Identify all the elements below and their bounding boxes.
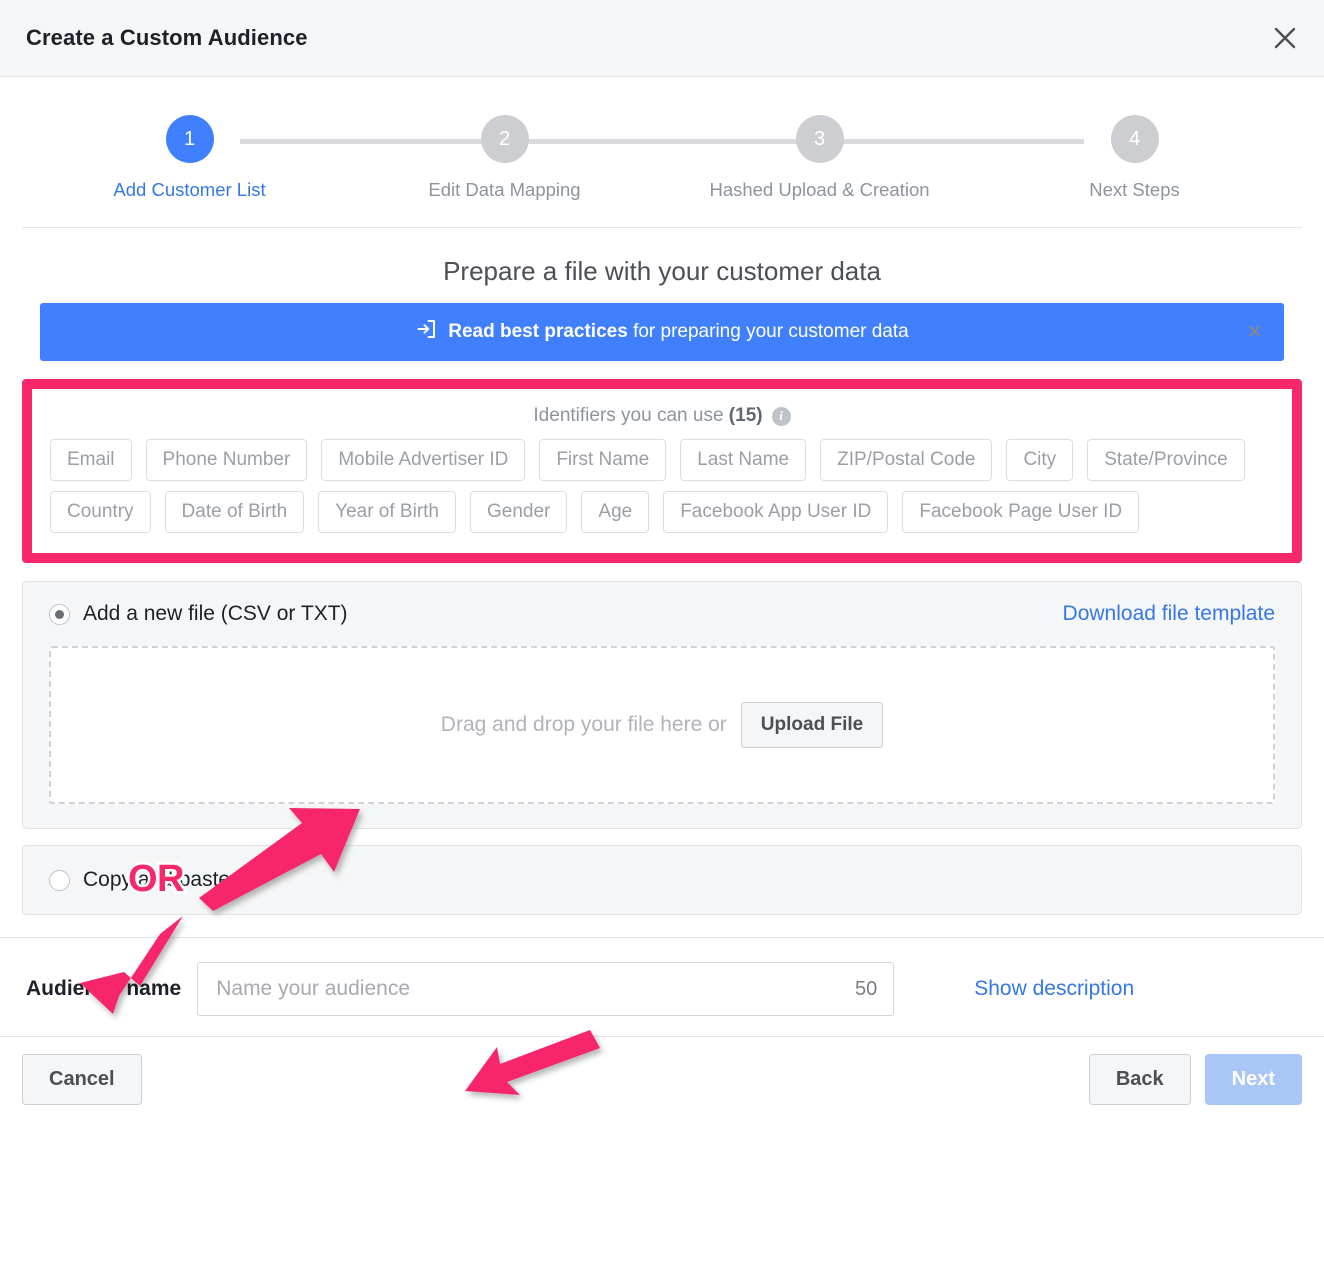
identifier-chip[interactable]: Last Name xyxy=(680,439,807,481)
step-label: Hashed Upload & Creation xyxy=(709,179,930,200)
identifier-chip[interactable]: First Name xyxy=(539,439,667,481)
identifier-chip[interactable]: Year of Birth xyxy=(318,491,457,533)
dialog-footer: Cancel Back Next xyxy=(0,1036,1324,1122)
next-button[interactable]: Next xyxy=(1204,1054,1302,1105)
info-icon[interactable]: i xyxy=(771,406,791,426)
identifiers-count: (15) xyxy=(728,405,763,426)
banner-close-icon[interactable]: × xyxy=(1247,319,1262,345)
stepper-step-3[interactable]: 3 Hashed Upload & Creation xyxy=(662,115,977,201)
dropzone-text: Drag and drop your file here or xyxy=(440,713,727,736)
radio-copy-and-paste[interactable]: Copy and paste xyxy=(49,868,1275,892)
close-icon[interactable] xyxy=(1268,21,1302,55)
open-in-box-icon xyxy=(415,318,437,346)
identifier-chip[interactable]: Phone Number xyxy=(145,439,308,481)
step-label: Next Steps xyxy=(1089,179,1180,200)
identifier-chip[interactable]: State/Province xyxy=(1087,439,1245,481)
identifiers-heading: Identifiers you can use (15) i xyxy=(50,401,1274,439)
audience-name-input[interactable] xyxy=(214,976,845,1002)
identifier-chip[interactable]: Age xyxy=(581,491,650,533)
back-button[interactable]: Back xyxy=(1088,1054,1191,1105)
audience-name-label: Audience name xyxy=(26,977,182,1000)
identifier-chip[interactable]: ZIP/Postal Code xyxy=(820,439,993,481)
add-file-panel: Add a new file (CSV or TXT) Download fil… xyxy=(22,581,1302,829)
show-description-link[interactable]: Show description xyxy=(974,977,1134,1001)
identifier-chip[interactable]: Facebook Page User ID xyxy=(902,491,1140,533)
file-dropzone[interactable]: Drag and drop your file here or Upload F… xyxy=(49,646,1275,804)
audience-name-field[interactable]: 50 xyxy=(197,962,895,1016)
radio-label: Add a new file (CSV or TXT) xyxy=(83,602,348,625)
stepper-track xyxy=(239,139,1085,144)
radio-add-new-file[interactable]: Add a new file (CSV or TXT) xyxy=(49,602,348,626)
identifiers-highlight-box: Identifiers you can use (15) i Email Pho… xyxy=(22,379,1302,563)
identifier-chip[interactable]: Facebook App User ID xyxy=(663,491,889,533)
cancel-button[interactable]: Cancel xyxy=(22,1054,142,1105)
stepper-step-2[interactable]: 2 Edit Data Mapping xyxy=(347,115,662,201)
dialog-header: Create a Custom Audience xyxy=(0,0,1324,77)
step-number: 1 xyxy=(165,115,214,163)
step-label: Edit Data Mapping xyxy=(428,179,581,200)
stepper-step-1[interactable]: 1 Add Customer List xyxy=(32,115,347,201)
upload-file-button[interactable]: Upload File xyxy=(740,702,884,748)
stepper: 1 Add Customer List 2 Edit Data Mapping … xyxy=(22,77,1302,228)
stepper-step-4[interactable]: 4 Next Steps xyxy=(977,115,1292,201)
identifier-chip[interactable]: Mobile Advertiser ID xyxy=(321,439,526,481)
page-title: Create a Custom Audience xyxy=(26,25,308,50)
radio-icon-unselected[interactable] xyxy=(49,869,70,891)
download-file-template-link[interactable]: Download file template xyxy=(1063,602,1275,626)
banner-rest-text: for preparing your customer data xyxy=(627,321,909,342)
banner-link[interactable]: Read best practices for preparing your c… xyxy=(415,318,909,346)
char-counter: 50 xyxy=(854,977,878,1000)
identifier-chip[interactable]: Email xyxy=(50,439,132,481)
step-label: Add Customer List xyxy=(113,179,266,200)
copy-paste-panel[interactable]: Copy and paste xyxy=(22,845,1302,915)
identifier-chip-list: Email Phone Number Mobile Advertiser ID … xyxy=(50,439,1274,533)
identifier-chip[interactable]: Gender xyxy=(470,491,568,533)
identifier-chip[interactable]: Country xyxy=(50,491,151,533)
radio-label: Copy and paste xyxy=(83,868,231,891)
step-number: 2 xyxy=(480,115,529,163)
banner-strong-text: Read best practices xyxy=(448,321,628,342)
step-number: 4 xyxy=(1110,115,1159,163)
dialog-body: Prepare a file with your customer data R… xyxy=(0,256,1324,1036)
section-title: Prepare a file with your customer data xyxy=(443,256,881,286)
identifiers-heading-text: Identifiers you can use xyxy=(533,405,729,426)
audience-name-row: Audience name 50 Show description xyxy=(22,938,1302,1036)
identifier-chip[interactable]: City xyxy=(1006,439,1074,481)
step-number: 3 xyxy=(795,115,844,163)
radio-icon-selected[interactable] xyxy=(49,603,70,625)
best-practices-banner[interactable]: Read best practices for preparing your c… xyxy=(40,303,1284,361)
identifier-chip[interactable]: Date of Birth xyxy=(164,491,305,533)
